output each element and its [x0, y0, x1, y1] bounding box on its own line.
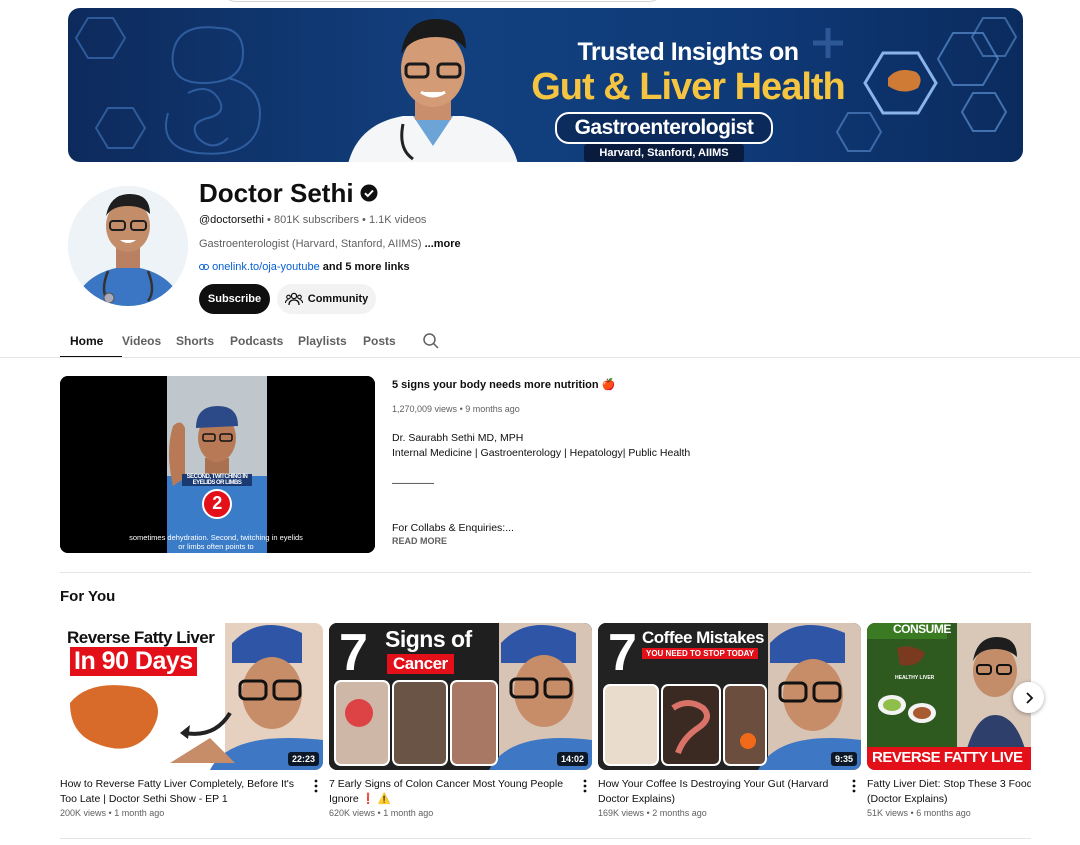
- video-views: 169K views: [598, 808, 645, 818]
- for-you-heading: For You: [60, 588, 116, 605]
- thumbnail-text: Signs of: [385, 626, 472, 652]
- video-thumbnail[interactable]: 7 Signs of Cancer 14:02: [329, 623, 592, 770]
- thumbnail-text: Reverse Fatty Liver: [67, 628, 215, 647]
- thumbnail-number: 7: [339, 624, 368, 682]
- community-label: Community: [307, 293, 369, 305]
- section-divider: [60, 838, 1031, 839]
- tab-podcasts[interactable]: Podcasts: [230, 326, 298, 358]
- thumbnail-text: CONSUME: [893, 623, 951, 636]
- video-title[interactable]: How to Reverse Fatty Liver Completely, B…: [60, 777, 302, 807]
- video-age: 1 month ago: [383, 808, 434, 818]
- thumbnail-text-small: HEALTHY LIVER: [895, 675, 935, 681]
- community-icon: [284, 292, 303, 306]
- video-meta: 200K views • 1 month ago: [60, 808, 165, 818]
- more-options-icon[interactable]: [582, 779, 588, 793]
- video-meta: 620K views • 1 month ago: [329, 808, 434, 818]
- video-age: 1 month ago: [114, 808, 165, 818]
- thumbnail-text-highlight: In 90 Days: [70, 647, 197, 676]
- channel-links: onelink.to/oja-youtube and 5 more links: [199, 261, 410, 273]
- video-duration: 14:02: [556, 752, 588, 766]
- featured-video-title[interactable]: 5 signs your body needs more nutrition 🍎: [392, 378, 615, 391]
- thumbnail-text-highlight: YOU NEED TO STOP TODAY: [642, 648, 759, 659]
- channel-banner: Trusted Insights on Gut & Liver Health G…: [68, 8, 1023, 162]
- tab-posts[interactable]: Posts: [363, 326, 413, 358]
- thumbnail-art: [867, 623, 1031, 770]
- banner-credentials: Harvard, Stanford, AIIMS: [584, 144, 744, 162]
- section-divider: [60, 572, 1031, 573]
- video-title[interactable]: Fatty Liver Diet: Stop These 3 Foods Wor…: [867, 777, 1031, 807]
- featured-views: 1,270,009 views: [392, 404, 458, 414]
- video-count: 1.1K videos: [368, 214, 427, 226]
- video-card[interactable]: Reverse Fatty Liver In 90 Days 22:23 How…: [60, 623, 323, 818]
- channel-handle: @doctorsethi: [199, 214, 264, 226]
- tab-shorts[interactable]: Shorts: [176, 326, 230, 358]
- verified-badge-icon: [360, 184, 378, 202]
- tab-videos[interactable]: Videos: [122, 326, 176, 358]
- video-duration: 22:23: [287, 752, 319, 766]
- featured-age: 9 months ago: [465, 404, 520, 414]
- channel-description-text: Gastroenterologist (Harvard, Stanford, A…: [199, 238, 422, 250]
- channel-search-icon[interactable]: [423, 333, 439, 349]
- video-thumbnail[interactable]: CONSUME HEALTHY LIVER REVERSE FATTY LIVE: [867, 623, 1031, 770]
- community-button[interactable]: Community: [277, 284, 376, 314]
- tab-playlists[interactable]: Playlists: [298, 326, 363, 358]
- more-options-icon[interactable]: [313, 779, 319, 793]
- tab-home[interactable]: Home: [60, 326, 122, 358]
- avatar-image: [68, 186, 188, 306]
- video-views: 620K views: [329, 808, 376, 818]
- video-age: 2 months ago: [652, 808, 707, 818]
- subscribe-button[interactable]: Subscribe: [199, 284, 270, 314]
- carousel-next-button[interactable]: [1013, 682, 1044, 713]
- featured-video-player[interactable]: SECOND, TWITCHING IN EYELIDS OR LIMBS 2 …: [60, 376, 375, 553]
- channel-tabs: Home Videos Shorts Podcasts Playlists Po…: [60, 326, 413, 358]
- video-meta: 169K views • 2 months ago: [598, 808, 707, 818]
- video-views: 200K views: [60, 808, 107, 818]
- video-age: 6 months ago: [916, 808, 971, 818]
- link-icon: [199, 264, 209, 271]
- more-links-button[interactable]: and 5 more links: [323, 261, 410, 273]
- video-card[interactable]: 7 Signs of Cancer 14:02 7 Early Signs of…: [329, 623, 592, 818]
- channel-description[interactable]: Gastroenterologist (Harvard, Stanford, A…: [199, 238, 461, 250]
- channel-avatar[interactable]: [68, 186, 188, 306]
- video-thumbnail[interactable]: 7 Coffee Mistakes YOU NEED TO STOP TODAY…: [598, 623, 861, 770]
- featured-caption: sometimes dehydration. Second, twitching…: [129, 533, 303, 551]
- video-card[interactable]: 7 Coffee Mistakes YOU NEED TO STOP TODAY…: [598, 623, 861, 818]
- channel-link[interactable]: onelink.to/oja-youtube: [212, 261, 320, 273]
- read-more-button[interactable]: READ MORE: [392, 536, 447, 546]
- more-options-icon[interactable]: [851, 779, 857, 793]
- banner-title-pill: Gastroenterologist: [555, 112, 773, 144]
- video-thumbnail[interactable]: Reverse Fatty Liver In 90 Days 22:23: [60, 623, 323, 770]
- thumbnail-text: Coffee Mistakes: [642, 628, 764, 647]
- channel-meta: @doctorsethi • 801K subscribers • 1.1K v…: [199, 214, 427, 226]
- featured-overlay-badge: SECOND, TWITCHING IN EYELIDS OR LIMBS: [182, 474, 252, 486]
- featured-video-frame: [60, 376, 375, 553]
- thumbnail-number: 7: [608, 624, 637, 682]
- banner-organs-decoration: [74, 17, 261, 155]
- thumbnail-text-highlight: REVERSE FATTY LIVE: [872, 749, 1023, 766]
- video-title[interactable]: 7 Early Signs of Colon Cancer Most Young…: [329, 777, 571, 807]
- video-duration: 9:35: [830, 752, 857, 766]
- featured-video-stats: 1,270,009 views • 9 months ago: [392, 404, 520, 414]
- thumbnail-text-highlight: Cancer: [387, 654, 454, 674]
- video-meta: 51K views • 6 months ago: [867, 808, 971, 818]
- description-more-link[interactable]: ...more: [425, 238, 461, 250]
- search-box-edge[interactable]: [220, 0, 665, 2]
- video-views: 51K views: [867, 808, 909, 818]
- video-card[interactable]: CONSUME HEALTHY LIVER REVERSE FATTY LIVE…: [867, 623, 1031, 823]
- subscriber-count: 801K subscribers: [273, 214, 359, 226]
- banner-hex-decoration: [813, 17, 1018, 152]
- video-title[interactable]: How Your Coffee Is Destroying Your Gut (…: [598, 777, 840, 807]
- featured-overlay-number: 2: [212, 493, 222, 513]
- tabs-divider: [0, 357, 1080, 358]
- channel-name: Doctor Sethi: [199, 178, 354, 208]
- featured-video-description: Dr. Saurabh Sethi MD, MPH Internal Medic…: [392, 432, 691, 534]
- chevron-right-icon: [1025, 691, 1033, 704]
